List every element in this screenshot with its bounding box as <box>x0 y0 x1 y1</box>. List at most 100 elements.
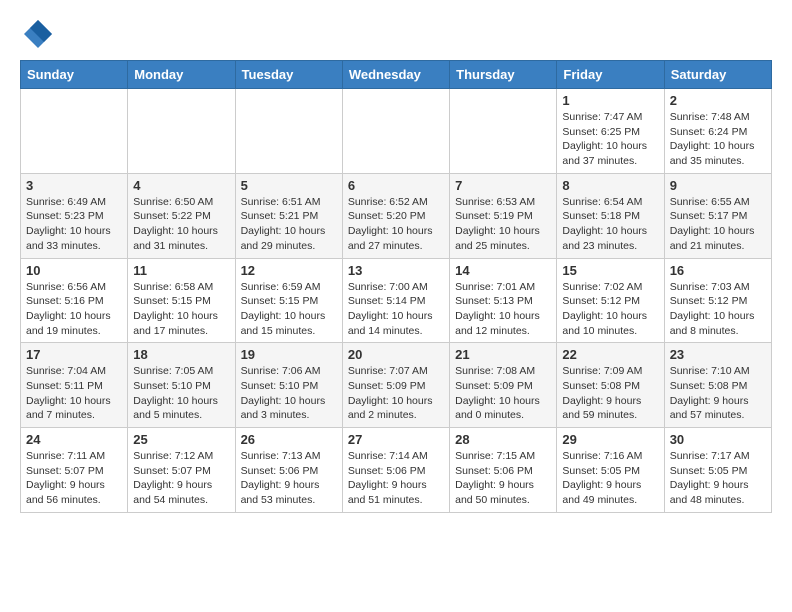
day-info: Sunrise: 7:09 AM Sunset: 5:08 PM Dayligh… <box>562 364 658 423</box>
calendar-day-13: 13 Sunrise: 7:00 AM Sunset: 5:14 PM Dayli… <box>342 258 449 343</box>
day-info: Sunrise: 6:49 AM Sunset: 5:23 PM Dayligh… <box>26 195 122 254</box>
day-info: Sunrise: 6:59 AM Sunset: 5:15 PM Dayligh… <box>241 280 337 339</box>
calendar-day-20: 20 Sunrise: 7:07 AM Sunset: 5:09 PM Dayli… <box>342 343 449 428</box>
day-number: 18 <box>133 347 229 362</box>
day-info: Sunrise: 7:05 AM Sunset: 5:10 PM Dayligh… <box>133 364 229 423</box>
calendar-day-10: 10 Sunrise: 6:56 AM Sunset: 5:16 PM Dayli… <box>21 258 128 343</box>
day-info: Sunrise: 7:04 AM Sunset: 5:11 PM Dayligh… <box>26 364 122 423</box>
calendar-day-18: 18 Sunrise: 7:05 AM Sunset: 5:10 PM Dayli… <box>128 343 235 428</box>
calendar-day-12: 12 Sunrise: 6:59 AM Sunset: 5:15 PM Dayli… <box>235 258 342 343</box>
day-info: Sunrise: 7:08 AM Sunset: 5:09 PM Dayligh… <box>455 364 551 423</box>
calendar-week-row-3: 10 Sunrise: 6:56 AM Sunset: 5:16 PM Dayli… <box>21 258 772 343</box>
calendar-day-30: 30 Sunrise: 7:17 AM Sunset: 5:05 PM Dayli… <box>664 428 771 513</box>
calendar-week-row-5: 24 Sunrise: 7:11 AM Sunset: 5:07 PM Dayli… <box>21 428 772 513</box>
day-info: Sunrise: 6:58 AM Sunset: 5:15 PM Dayligh… <box>133 280 229 339</box>
day-info: Sunrise: 7:14 AM Sunset: 5:06 PM Dayligh… <box>348 449 444 508</box>
day-info: Sunrise: 7:10 AM Sunset: 5:08 PM Dayligh… <box>670 364 766 423</box>
page-container: SundayMondayTuesdayWednesdayThursdayFrid… <box>0 0 792 523</box>
day-number: 12 <box>241 263 337 278</box>
day-info: Sunrise: 7:48 AM Sunset: 6:24 PM Dayligh… <box>670 110 766 169</box>
calendar-week-row-1: 1Sunrise: 7:47 AM Sunset: 6:25 PM Daylig… <box>21 89 772 174</box>
calendar-table: SundayMondayTuesdayWednesdayThursdayFrid… <box>20 60 772 513</box>
day-number: 14 <box>455 263 551 278</box>
day-number: 17 <box>26 347 122 362</box>
day-number: 2 <box>670 93 766 108</box>
calendar-day-19: 19 Sunrise: 7:06 AM Sunset: 5:10 PM Dayli… <box>235 343 342 428</box>
calendar-week-row-2: 3 Sunrise: 6:49 AM Sunset: 5:23 PM Daylig… <box>21 173 772 258</box>
day-info: Sunrise: 7:06 AM Sunset: 5:10 PM Dayligh… <box>241 364 337 423</box>
day-number: 3 <box>26 178 122 193</box>
calendar-day-empty <box>450 89 557 174</box>
calendar-day-14: 14 Sunrise: 7:01 AM Sunset: 5:13 PM Dayli… <box>450 258 557 343</box>
calendar-day-empty <box>21 89 128 174</box>
calendar-day-16: 16Sunrise: 7:03 AM Sunset: 5:12 PM Dayli… <box>664 258 771 343</box>
day-number: 7 <box>455 178 551 193</box>
day-info: Sunrise: 7:17 AM Sunset: 5:05 PM Dayligh… <box>670 449 766 508</box>
weekday-header-thursday: Thursday <box>450 61 557 89</box>
day-info: Sunrise: 6:53 AM Sunset: 5:19 PM Dayligh… <box>455 195 551 254</box>
day-number: 6 <box>348 178 444 193</box>
day-number: 30 <box>670 432 766 447</box>
day-number: 26 <box>241 432 337 447</box>
calendar-day-2: 2 Sunrise: 7:48 AM Sunset: 6:24 PM Daylig… <box>664 89 771 174</box>
calendar-day-23: 23 Sunrise: 7:10 AM Sunset: 5:08 PM Dayli… <box>664 343 771 428</box>
day-info: Sunrise: 7:15 AM Sunset: 5:06 PM Dayligh… <box>455 449 551 508</box>
day-info: Sunrise: 7:00 AM Sunset: 5:14 PM Dayligh… <box>348 280 444 339</box>
weekday-header-row: SundayMondayTuesdayWednesdayThursdayFrid… <box>21 61 772 89</box>
day-number: 28 <box>455 432 551 447</box>
calendar-day-5: 5 Sunrise: 6:51 AM Sunset: 5:21 PM Daylig… <box>235 173 342 258</box>
day-info: Sunrise: 7:03 AM Sunset: 5:12 PM Dayligh… <box>670 280 766 339</box>
day-number: 11 <box>133 263 229 278</box>
day-info: Sunrise: 7:07 AM Sunset: 5:09 PM Dayligh… <box>348 364 444 423</box>
calendar-day-15: 15 Sunrise: 7:02 AM Sunset: 5:12 PM Dayli… <box>557 258 664 343</box>
calendar-day-empty <box>128 89 235 174</box>
day-info: Sunrise: 7:47 AM Sunset: 6:25 PM Dayligh… <box>562 110 658 169</box>
calendar-day-27: 27Sunrise: 7:14 AM Sunset: 5:06 PM Dayli… <box>342 428 449 513</box>
day-number: 24 <box>26 432 122 447</box>
day-number: 20 <box>348 347 444 362</box>
weekday-header-tuesday: Tuesday <box>235 61 342 89</box>
logo <box>20 16 60 52</box>
weekday-header-saturday: Saturday <box>664 61 771 89</box>
calendar-day-9: 9Sunrise: 6:55 AM Sunset: 5:17 PM Daylig… <box>664 173 771 258</box>
day-info: Sunrise: 6:51 AM Sunset: 5:21 PM Dayligh… <box>241 195 337 254</box>
day-number: 15 <box>562 263 658 278</box>
weekday-header-sunday: Sunday <box>21 61 128 89</box>
calendar-day-24: 24 Sunrise: 7:11 AM Sunset: 5:07 PM Dayli… <box>21 428 128 513</box>
calendar-week-row-4: 17 Sunrise: 7:04 AM Sunset: 5:11 PM Dayli… <box>21 343 772 428</box>
calendar-day-28: 28 Sunrise: 7:15 AM Sunset: 5:06 PM Dayli… <box>450 428 557 513</box>
day-info: Sunrise: 7:12 AM Sunset: 5:07 PM Dayligh… <box>133 449 229 508</box>
day-number: 9 <box>670 178 766 193</box>
day-number: 23 <box>670 347 766 362</box>
day-info: Sunrise: 6:56 AM Sunset: 5:16 PM Dayligh… <box>26 280 122 339</box>
day-info: Sunrise: 7:11 AM Sunset: 5:07 PM Dayligh… <box>26 449 122 508</box>
day-number: 13 <box>348 263 444 278</box>
day-number: 4 <box>133 178 229 193</box>
calendar-day-1: 1Sunrise: 7:47 AM Sunset: 6:25 PM Daylig… <box>557 89 664 174</box>
day-number: 21 <box>455 347 551 362</box>
calendar-day-7: 7 Sunrise: 6:53 AM Sunset: 5:19 PM Daylig… <box>450 173 557 258</box>
weekday-header-wednesday: Wednesday <box>342 61 449 89</box>
calendar-day-25: 25 Sunrise: 7:12 AM Sunset: 5:07 PM Dayli… <box>128 428 235 513</box>
calendar-day-21: 21 Sunrise: 7:08 AM Sunset: 5:09 PM Dayli… <box>450 343 557 428</box>
calendar-day-11: 11 Sunrise: 6:58 AM Sunset: 5:15 PM Dayli… <box>128 258 235 343</box>
day-info: Sunrise: 6:50 AM Sunset: 5:22 PM Dayligh… <box>133 195 229 254</box>
calendar-day-26: 26Sunrise: 7:13 AM Sunset: 5:06 PM Dayli… <box>235 428 342 513</box>
calendar-day-empty <box>235 89 342 174</box>
header <box>20 16 772 52</box>
logo-icon <box>20 16 56 52</box>
day-info: Sunrise: 6:54 AM Sunset: 5:18 PM Dayligh… <box>562 195 658 254</box>
day-info: Sunrise: 7:01 AM Sunset: 5:13 PM Dayligh… <box>455 280 551 339</box>
day-number: 10 <box>26 263 122 278</box>
day-info: Sunrise: 7:02 AM Sunset: 5:12 PM Dayligh… <box>562 280 658 339</box>
calendar-day-29: 29Sunrise: 7:16 AM Sunset: 5:05 PM Dayli… <box>557 428 664 513</box>
day-info: Sunrise: 7:16 AM Sunset: 5:05 PM Dayligh… <box>562 449 658 508</box>
calendar-day-8: 8 Sunrise: 6:54 AM Sunset: 5:18 PM Daylig… <box>557 173 664 258</box>
calendar-day-22: 22Sunrise: 7:09 AM Sunset: 5:08 PM Dayli… <box>557 343 664 428</box>
day-number: 19 <box>241 347 337 362</box>
day-number: 25 <box>133 432 229 447</box>
day-number: 8 <box>562 178 658 193</box>
day-number: 5 <box>241 178 337 193</box>
calendar-day-6: 6Sunrise: 6:52 AM Sunset: 5:20 PM Daylig… <box>342 173 449 258</box>
calendar-day-4: 4 Sunrise: 6:50 AM Sunset: 5:22 PM Daylig… <box>128 173 235 258</box>
